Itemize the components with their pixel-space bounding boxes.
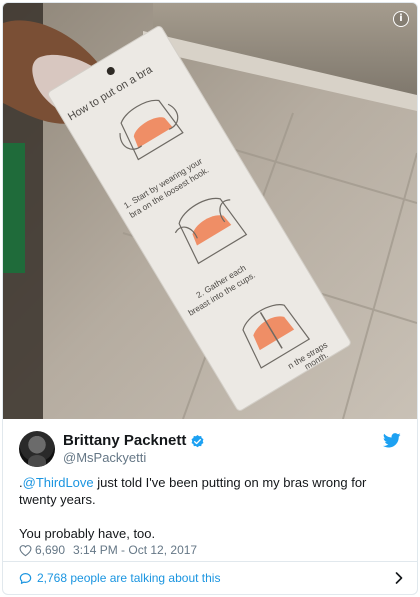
tweet-timestamp[interactable]: 3:14 PM - Oct 12, 2017 [73, 543, 197, 557]
heart-icon[interactable] [19, 544, 32, 557]
tweet-text-line1: .@ThirdLove just told I've been putting … [19, 474, 389, 508]
tweet-body: Brittany Packnett @MsPackyetti .@ThirdLo… [3, 419, 417, 562]
conversation-link[interactable]: 2,768 people are talking about this [3, 561, 417, 594]
avatar[interactable] [19, 431, 55, 467]
tweet-photo[interactable]: How to put on a bra 1. Start by wearing … [3, 3, 417, 419]
name-line: Brittany Packnett [63, 432, 205, 450]
tweet-header: Brittany Packnett @MsPackyetti [19, 431, 401, 467]
photo-illustration: How to put on a bra 1. Start by wearing … [3, 3, 417, 419]
tweet-meta: 6,690 3:14 PM - Oct 12, 2017 [19, 543, 197, 557]
tweet-text-line2: You probably have, too. [19, 526, 156, 541]
verified-badge-icon [191, 434, 204, 447]
like-count[interactable]: 6,690 [35, 543, 65, 557]
embedded-tweet-card: How to put on a bra 1. Start by wearing … [2, 2, 418, 595]
chevron-right-icon[interactable] [395, 572, 403, 584]
info-icon[interactable]: i [393, 11, 409, 27]
user-handle[interactable]: @MsPackyetti [63, 450, 146, 466]
twitter-bird-icon[interactable] [383, 433, 401, 448]
comment-bubble-icon [19, 572, 32, 584]
talking-count[interactable]: 2,768 people are talking about this [37, 571, 220, 585]
mention-link[interactable]: @ThirdLove [23, 475, 94, 490]
display-name[interactable]: Brittany Packnett [63, 432, 186, 450]
